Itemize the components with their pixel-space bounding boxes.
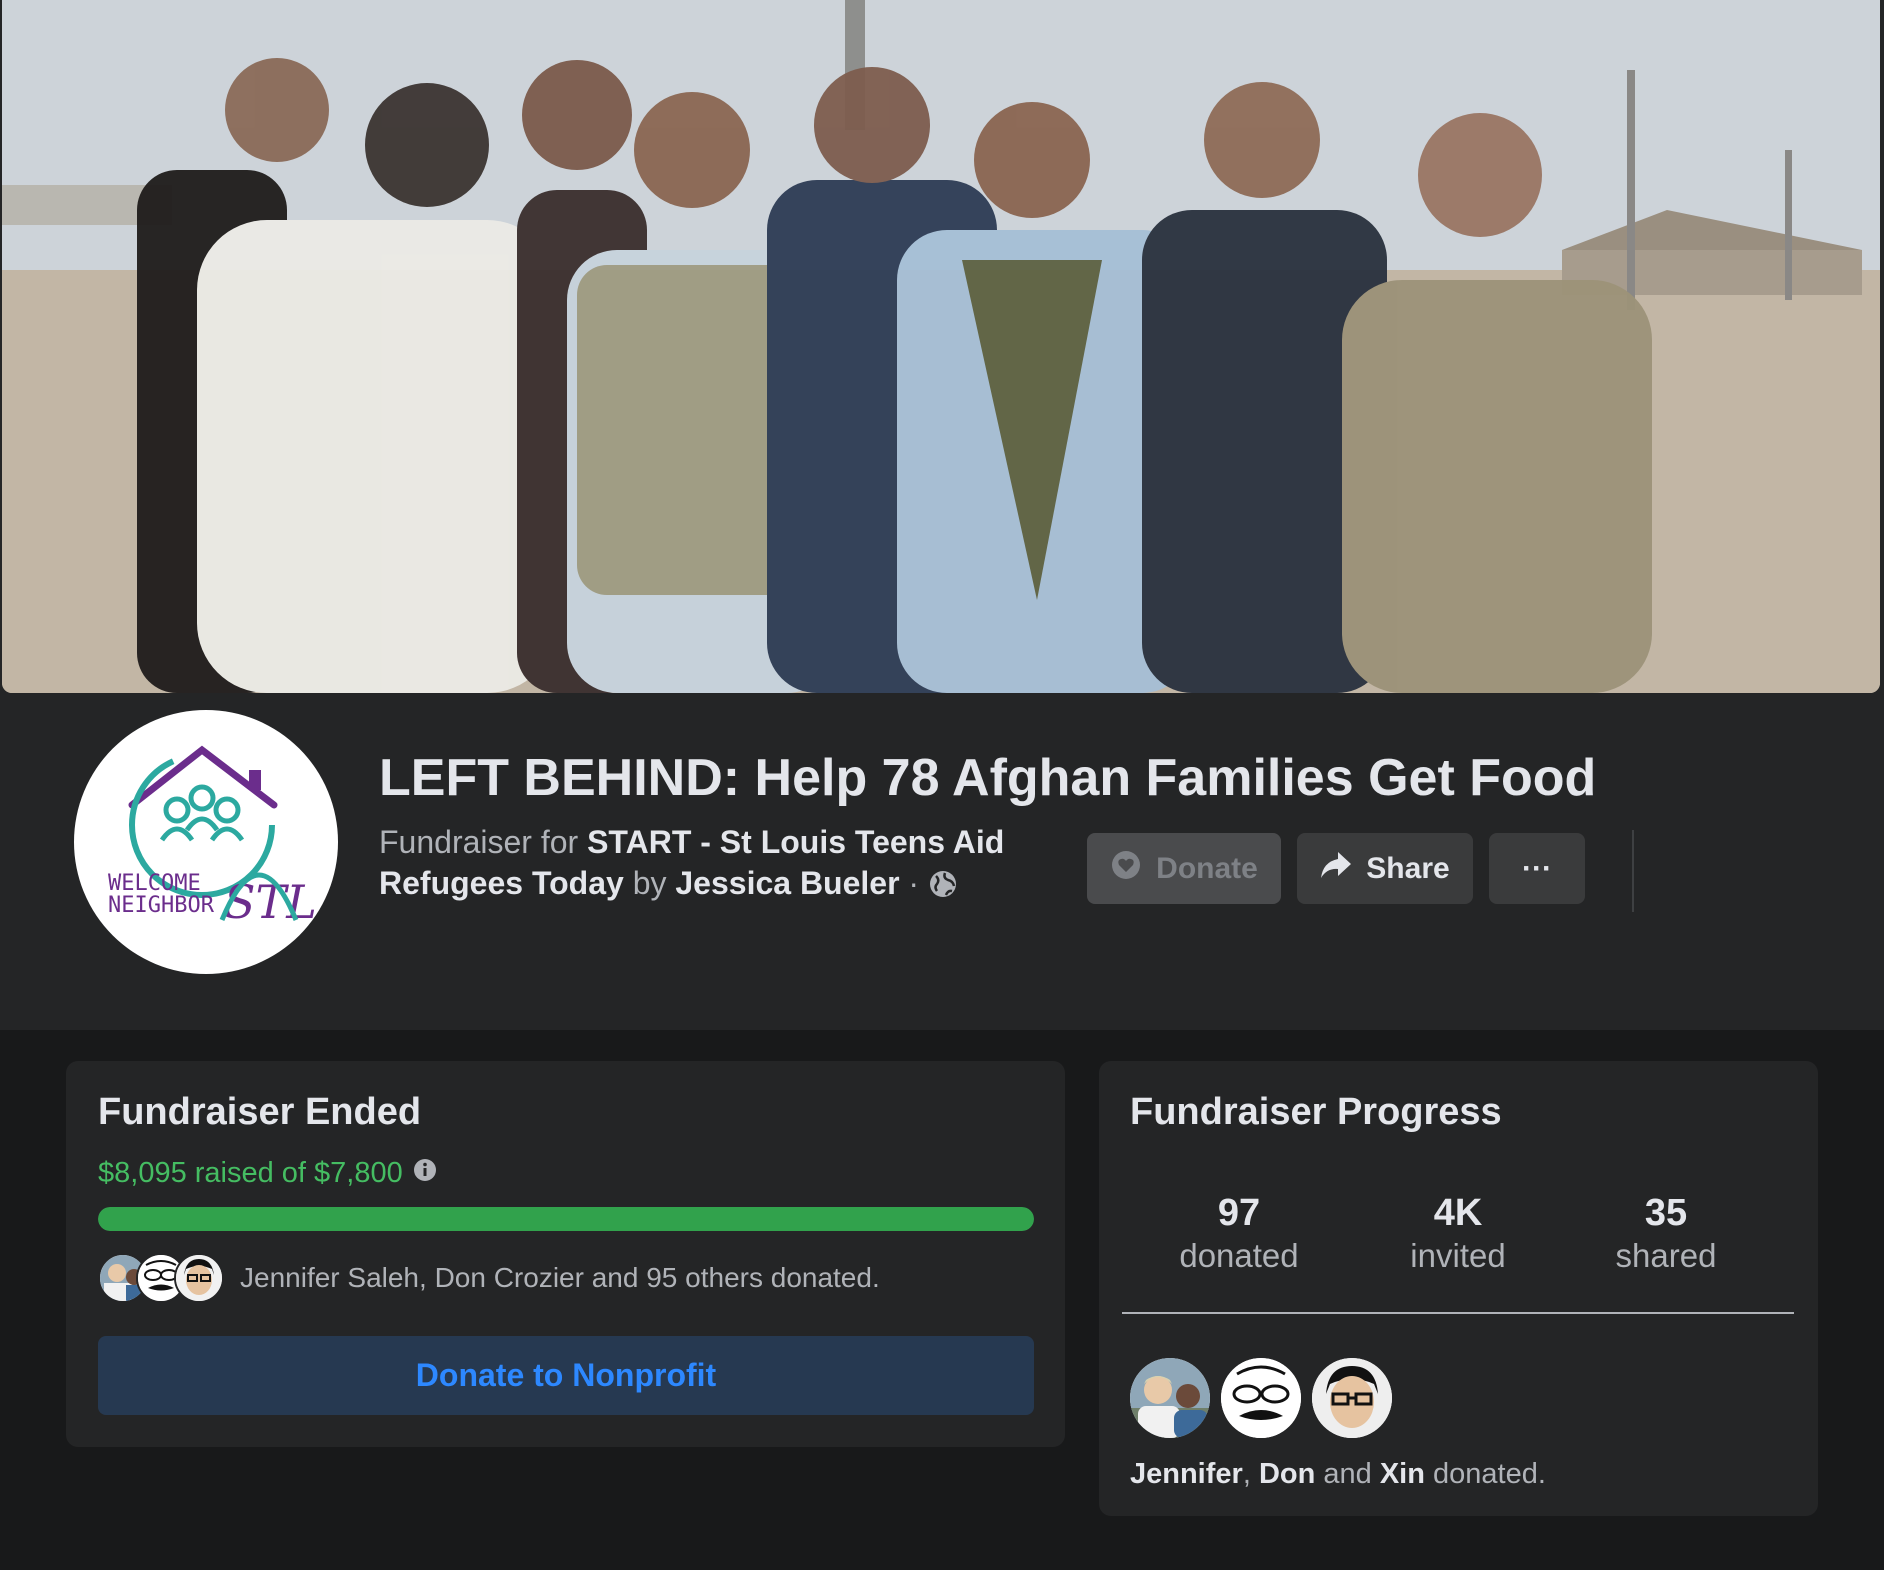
info-icon[interactable]: [413, 1157, 437, 1190]
raised-text: $8,095 raised of $7,800: [98, 1157, 403, 1189]
more-options-icon: ···: [1522, 851, 1552, 885]
avatar[interactable]: [1130, 1358, 1210, 1438]
donors-text[interactable]: Jennifer Saleh, Don Crozier and 95 other…: [240, 1262, 880, 1294]
stat-invited[interactable]: 4K invited: [1348, 1191, 1568, 1277]
organizer-link[interactable]: Jessica Bueler: [675, 865, 899, 901]
stat-invited-value: 4K: [1433, 1192, 1483, 1234]
logo-text-neighbor: NEIGHBOR: [108, 893, 215, 918]
share-button-label: Share: [1366, 851, 1450, 885]
stat-donated-label: donated: [1179, 1237, 1299, 1274]
stat-donated[interactable]: 97 donated: [1129, 1191, 1349, 1277]
avatar[interactable]: [1312, 1358, 1392, 1438]
share-arrow-icon: [1320, 850, 1352, 888]
avatar[interactable]: [1221, 1358, 1301, 1438]
more-options-button[interactable]: ···: [1489, 833, 1585, 904]
donate-heart-icon: [1110, 849, 1142, 889]
fundraiser-subtitle: Fundraiser for START - St Louis Teens Ai…: [379, 822, 1059, 909]
stat-invited-label: invited: [1410, 1237, 1506, 1274]
stats-divider: [1122, 1312, 1794, 1314]
stat-shared-label: shared: [1615, 1237, 1717, 1274]
donate-button[interactable]: Donate: [1087, 833, 1281, 904]
by-label: by: [632, 865, 667, 901]
welcome-neighbor-stl-logo: WELCOME NEIGHBOR STL: [108, 745, 317, 929]
donors-summary[interactable]: Jennifer Saleh, Don Crozier and 95 other…: [98, 1253, 880, 1303]
fundraiser-ended-card: Fundraiser Ended $8,095 raised of $7,800: [66, 1061, 1065, 1447]
progress-bar: [98, 1207, 1034, 1231]
page-title: LEFT BEHIND: Help 78 Afghan Families Get…: [379, 749, 1597, 807]
recent-donor-avatars: [1130, 1358, 1392, 1438]
raised-amount: $8,095 raised of $7,800: [98, 1157, 437, 1190]
avatar[interactable]: [174, 1253, 224, 1303]
fundraiser-progress-card: Fundraiser Progress 97 donated 4K invite…: [1099, 1061, 1818, 1516]
recent-donors-text: Jennifer, Don and Xin donated.: [1130, 1458, 1546, 1491]
header-divider: [1632, 830, 1634, 912]
and-word: and: [1323, 1458, 1372, 1490]
fundraiser-header: WELCOME NEIGHBOR STL LEFT BEHIND: Help 7…: [0, 0, 1884, 1030]
progress-bar-fill: [98, 1207, 1034, 1231]
logo-text-stl: STL: [224, 875, 317, 929]
globe-icon[interactable]: [928, 868, 958, 909]
donated-suffix: donated.: [1433, 1458, 1546, 1490]
stat-donated-value: 97: [1217, 1192, 1261, 1234]
donate-to-nonprofit-button[interactable]: Donate to Nonprofit: [98, 1336, 1034, 1415]
comma: ,: [1242, 1458, 1251, 1490]
donor-name-link[interactable]: Don: [1259, 1458, 1315, 1490]
stat-shared-value: 35: [1644, 1192, 1688, 1234]
donor-name-link[interactable]: Xin: [1380, 1458, 1425, 1490]
fundraiser-progress-title: Fundraiser Progress: [1130, 1091, 1502, 1133]
nonprofit-logo-avatar[interactable]: WELCOME NEIGHBOR STL: [74, 710, 338, 974]
donate-button-label: Donate: [1156, 851, 1258, 885]
separator-dot: ·: [908, 865, 920, 901]
fundraiser-ended-title: Fundraiser Ended: [98, 1091, 422, 1133]
donor-name-link[interactable]: Jennifer: [1130, 1458, 1243, 1490]
cover-photo-illustration: [2, 0, 1880, 693]
stat-shared[interactable]: 35 shared: [1556, 1191, 1776, 1277]
share-button[interactable]: Share: [1297, 833, 1473, 904]
cover-photo[interactable]: [2, 0, 1880, 693]
fundraiser-for-label: Fundraiser for: [379, 824, 579, 860]
